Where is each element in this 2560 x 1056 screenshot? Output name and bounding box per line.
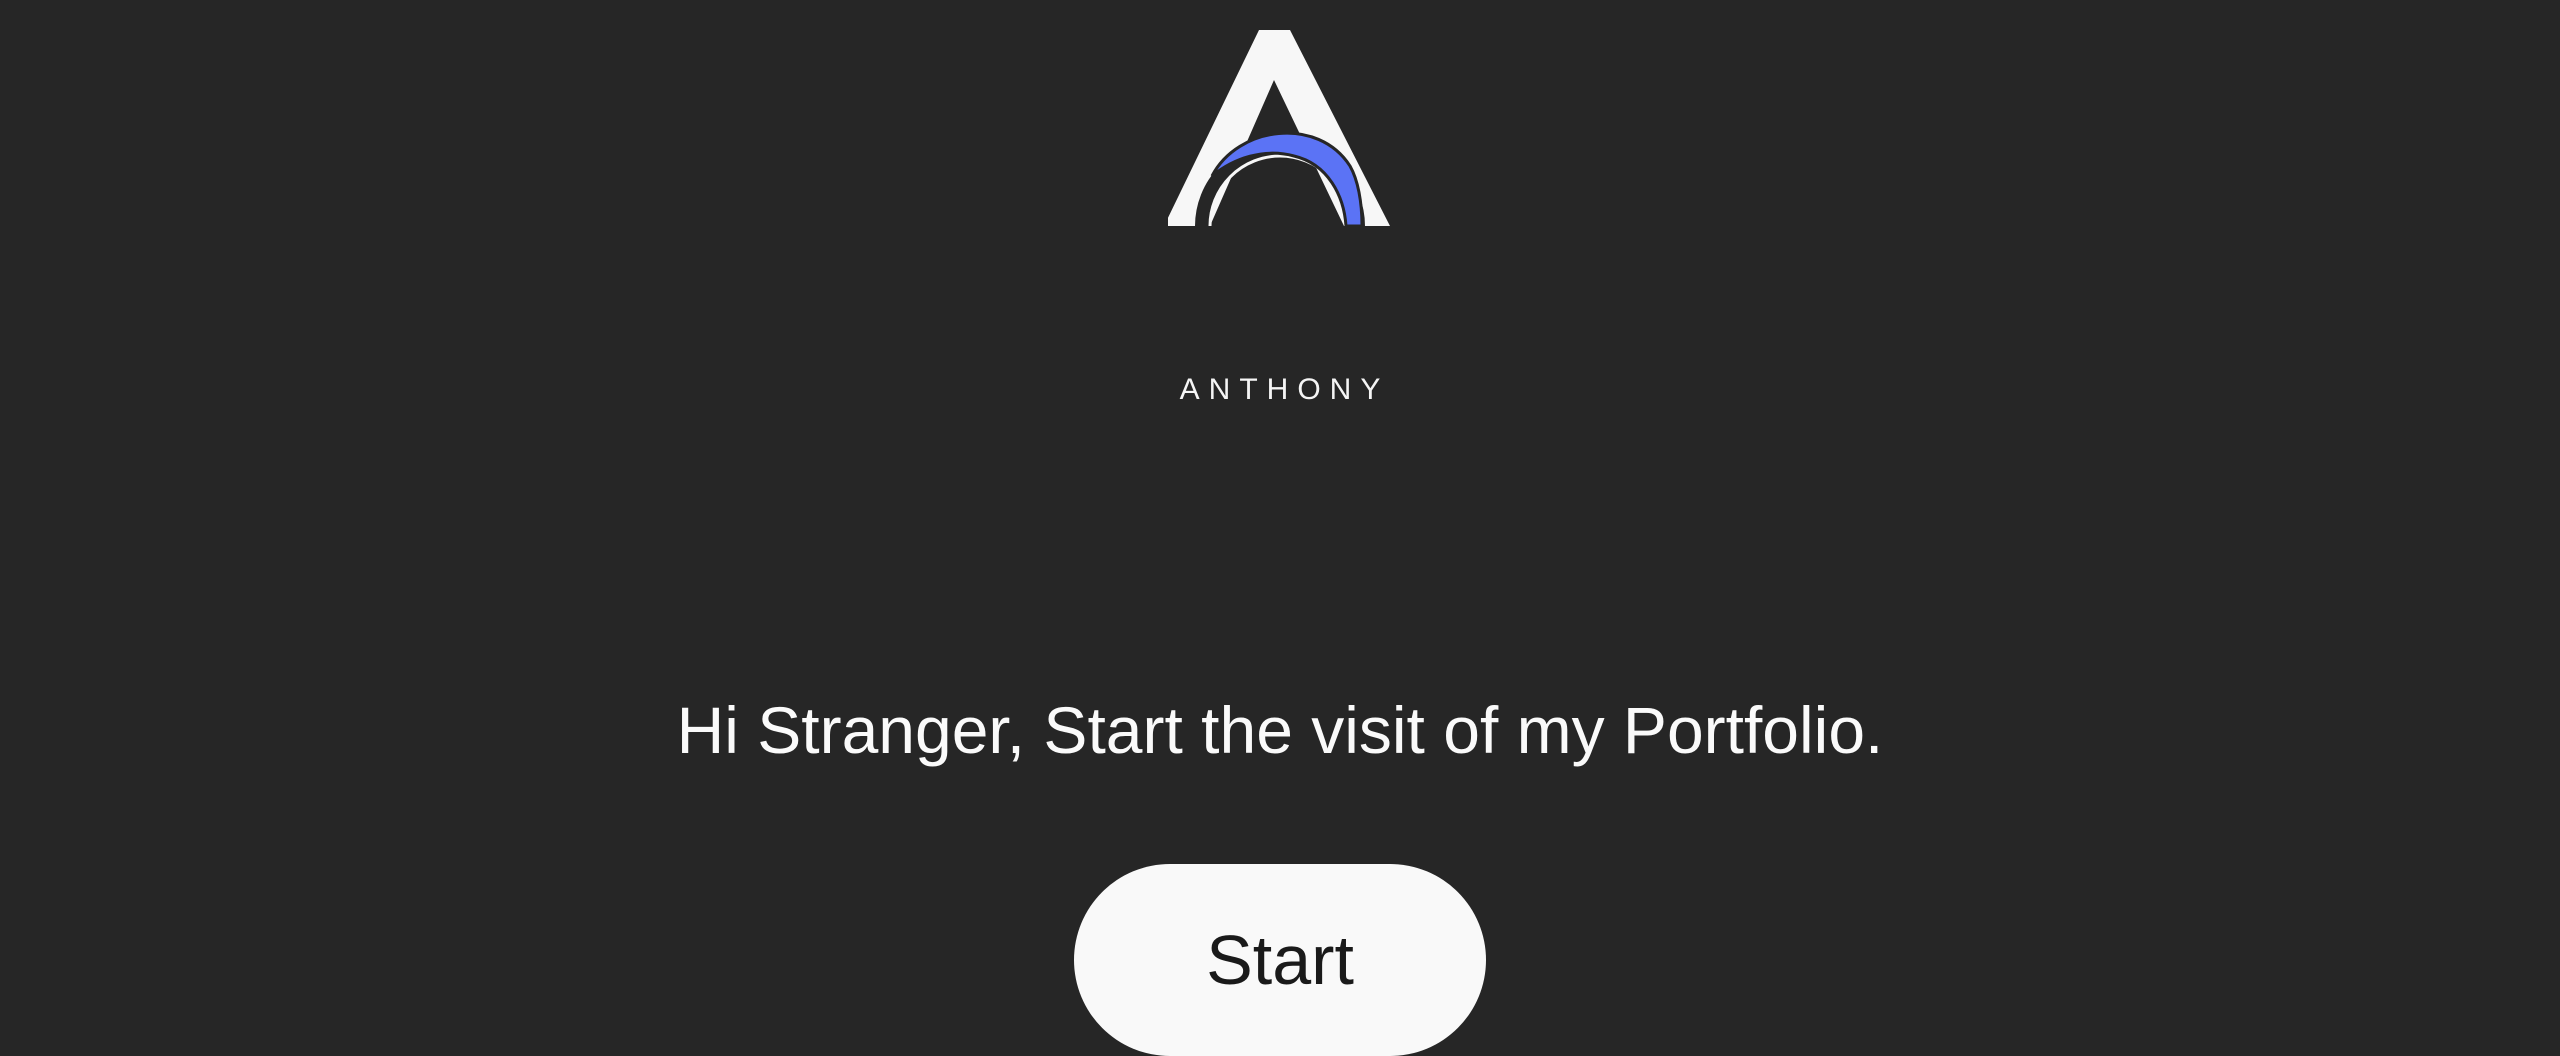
brand-name: ANTHONY: [1179, 373, 1390, 406]
logo-icon: [1168, 30, 1390, 228]
start-button[interactable]: Start: [1074, 864, 1486, 1056]
start-button-label: Start: [1206, 921, 1354, 999]
landing-page: ANTHONY Hi Stranger, Start the visit of …: [0, 0, 2560, 1056]
hero-tagline: Hi Stranger, Start the visit of my Portf…: [676, 693, 1884, 767]
